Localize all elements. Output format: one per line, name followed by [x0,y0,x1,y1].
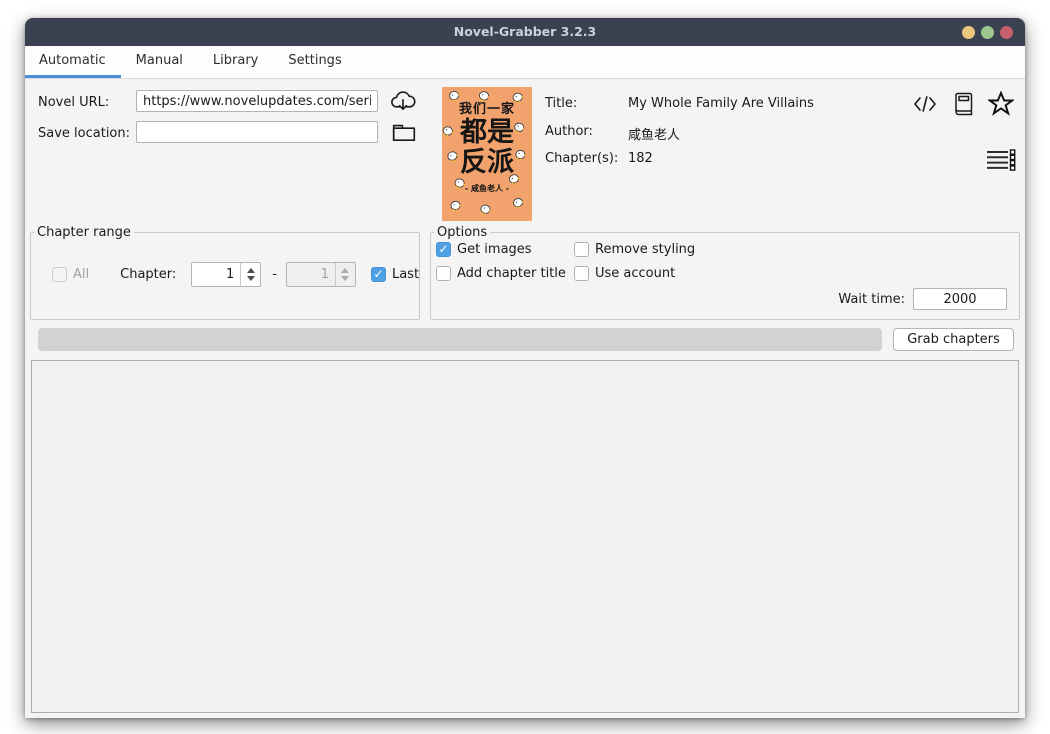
all-checkbox-row: All [52,267,89,282]
get-images-label: Get images [457,242,532,257]
last-checkbox[interactable] [370,267,386,282]
automatic-tab-panel: Novel URL: Save location: [25,79,1025,718]
wait-time-input[interactable] [913,288,1007,310]
chapter-to-value: 1 [320,267,329,282]
add-chapter-title-label: Add chapter title [457,266,566,281]
spin-up-icon[interactable] [341,268,350,273]
cover-title-line1: 我们一家 [458,102,515,117]
chapter-to-spin-buttons[interactable] [334,263,355,286]
book-icon[interactable] [951,91,977,117]
tab-bar: Automatic Manual Library Settings [25,46,1025,79]
options-legend: Options [437,225,488,240]
maximize-button[interactable] [981,26,994,39]
cover-title-line2: 都是 [460,117,514,148]
last-checkbox-label: Last [391,267,420,282]
window-controls [962,26,1013,39]
tab-automatic[interactable]: Automatic [25,46,121,78]
cover-title-line3: 反派 [460,147,514,178]
chapter-from-spinner[interactable]: 1 [191,262,262,287]
add-chapter-title-checkbox[interactable] [436,266,451,281]
get-images-checkbox[interactable] [436,242,451,257]
novel-url-input[interactable] [136,90,378,112]
grab-chapters-button[interactable]: Grab chapters [893,328,1014,351]
remove-styling-label: Remove styling [595,242,696,257]
spin-down-icon[interactable] [341,276,350,281]
author-label: Author: [545,124,593,139]
add-chapter-title-row: Add chapter title [436,266,574,281]
chapter-range-group: Chapter range All Chapter: 1 - 1 ✓ Last [30,225,421,320]
wait-time-label: Wait time: [838,291,905,307]
cloud-download-icon[interactable] [388,88,418,116]
chapter-from-value: 1 [225,267,235,282]
app-window: Novel-Grabber 3.2.3 Automatic Manual Lib… [25,18,1025,718]
log-output-area[interactable] [31,360,1019,713]
range-separator: - [272,267,277,282]
options-group: Options Get images Remove styling Add ch… [430,225,1020,320]
spin-up-icon[interactable] [246,268,255,273]
close-button[interactable] [1000,26,1013,39]
all-checkbox-label: All [73,267,90,282]
remove-styling-checkbox[interactable] [574,242,589,257]
progress-bar [38,328,882,351]
save-location-input[interactable] [136,121,378,143]
star-icon[interactable] [988,91,1014,116]
spin-down-icon[interactable] [246,276,255,281]
tab-settings[interactable]: Settings [273,46,356,78]
minimize-button[interactable] [962,26,975,39]
chapters-value: 182 [628,151,653,166]
use-account-row: Use account [574,266,695,281]
novel-url-label: Novel URL: [38,95,110,110]
chapter-from-spin-buttons[interactable] [240,263,260,286]
chapters-label: Chapter(s): [545,151,619,166]
last-checkbox-row: Last [370,267,420,282]
tab-manual[interactable]: Manual [121,46,198,78]
list-icon[interactable] [985,148,1017,172]
author-value: 咸鱼老人 [628,128,681,143]
novel-cover: 我们一家 都是 反派 - 咸鱼老人 - [442,87,532,221]
titlebar[interactable]: Novel-Grabber 3.2.3 [25,18,1025,46]
use-account-label: Use account [595,266,676,281]
chapter-label: Chapter: [120,267,177,282]
code-icon[interactable] [911,93,939,115]
all-checkbox[interactable] [52,267,67,282]
folder-icon[interactable] [391,120,417,144]
save-location-label: Save location: [38,126,131,141]
remove-styling-row: Remove styling [574,242,695,257]
chapter-range-legend: Chapter range [37,225,131,240]
title-label: Title: [545,96,578,111]
cover-author-line: - 咸鱼老人 - [464,184,510,193]
window-title: Novel-Grabber 3.2.3 [453,24,597,39]
chapter-to-spinner[interactable]: 1 [285,262,356,287]
use-account-checkbox[interactable] [574,266,589,281]
tab-library[interactable]: Library [198,46,273,78]
get-images-row: Get images [436,242,574,257]
title-value: My Whole Family Are Villains [628,96,814,111]
